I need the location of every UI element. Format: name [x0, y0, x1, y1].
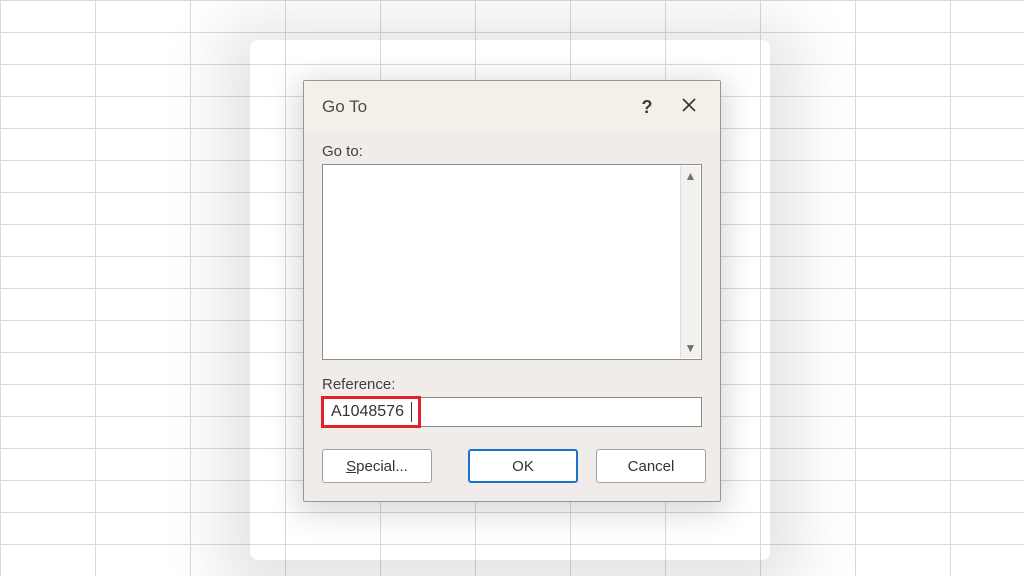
dialog-button-row: Special... OK Cancel — [322, 449, 702, 483]
dialog-title: Go To — [322, 97, 626, 117]
cancel-button-label: Cancel — [628, 458, 675, 475]
text-caret — [411, 402, 412, 422]
close-button[interactable] — [668, 88, 710, 126]
goto-listbox-inner — [324, 166, 679, 358]
ok-button[interactable]: OK — [468, 449, 578, 483]
help-button[interactable]: ? — [626, 88, 668, 126]
cancel-button[interactable]: Cancel — [596, 449, 706, 483]
dialog-body: Go to: ▲ ▼ Reference: Special... — [304, 133, 720, 501]
special-button-rest: pecial... — [356, 458, 408, 475]
dialog-titlebar: Go To ? — [304, 81, 720, 133]
scroll-up-icon: ▲ — [685, 170, 697, 182]
ok-button-label: OK — [512, 458, 534, 475]
scroll-down-icon: ▼ — [685, 342, 697, 354]
reference-section: Reference: — [322, 376, 702, 427]
reference-label-rest: eference: — [333, 376, 396, 393]
close-icon — [681, 97, 697, 118]
help-icon: ? — [642, 97, 653, 118]
special-button-accel: S — [346, 458, 356, 475]
goto-list-label: Go to: — [322, 143, 702, 160]
reference-input[interactable] — [323, 398, 701, 426]
reference-input-wrap — [322, 397, 702, 427]
goto-listbox[interactable]: ▲ ▼ — [322, 164, 702, 360]
reference-label: Reference: — [322, 376, 702, 393]
listbox-scrollbar[interactable]: ▲ ▼ — [680, 166, 700, 358]
reference-label-underline: R — [322, 376, 333, 393]
special-button[interactable]: Special... — [322, 449, 432, 483]
goto-dialog: Go To ? Go to: ▲ ▼ Reference: — [303, 80, 721, 502]
